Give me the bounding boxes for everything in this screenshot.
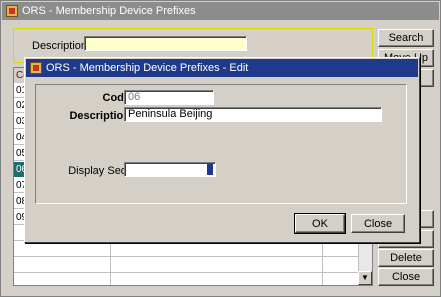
text-cursor: [207, 164, 213, 175]
description-label: Description: [69, 110, 130, 122]
delete-button[interactable]: Delete: [378, 249, 434, 267]
display-seq-field[interactable]: [124, 162, 216, 177]
ok-button[interactable]: OK: [294, 213, 346, 234]
description-field[interactable]: Peninsula Beijing: [124, 107, 382, 122]
table-row[interactable]: [14, 242, 360, 257]
edit-dialog-title-bar[interactable]: ORS - Membership Device Prefixes - Edit: [26, 59, 418, 77]
edit-dialog-title: ORS - Membership Device Prefixes - Edit: [46, 62, 249, 74]
main-window-title: ORS - Membership Device Prefixes: [22, 5, 196, 17]
app-icon: [30, 62, 42, 74]
main-title-bar[interactable]: ORS - Membership Device Prefixes: [2, 2, 439, 20]
table-row[interactable]: [14, 274, 360, 289]
scroll-down-icon[interactable]: ▼: [358, 271, 372, 285]
display-seq-label: Display Seq.: [68, 165, 130, 177]
search-button[interactable]: Search: [378, 29, 434, 47]
edit-dialog: ORS - Membership Device Prefixes - Edit …: [24, 57, 420, 243]
description-filter-label: Description: [32, 40, 88, 52]
app-icon: [6, 5, 18, 17]
table-row[interactable]: [14, 258, 360, 273]
close-dialog-button[interactable]: Close: [351, 214, 405, 233]
description-filter-input[interactable]: [84, 36, 247, 51]
edit-form-group: Code 06 Description Peninsula Beijing Di…: [35, 84, 407, 204]
code-field: 06: [124, 90, 214, 105]
close-main-button[interactable]: Close: [378, 268, 434, 286]
